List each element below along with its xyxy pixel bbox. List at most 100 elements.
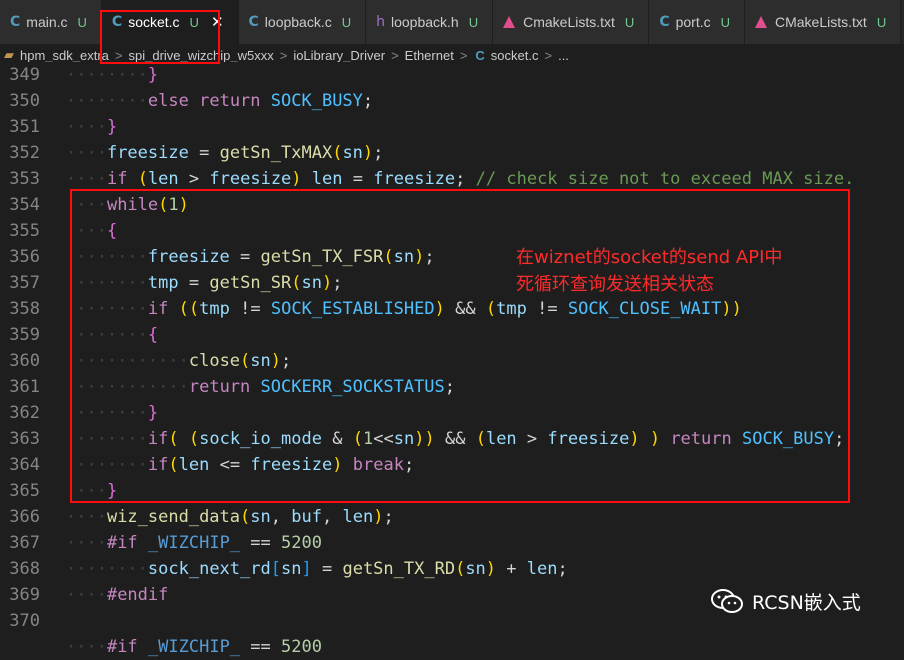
- breadcrumb-separator: >: [459, 47, 468, 63]
- line-number: 353: [9, 169, 40, 189]
- code-line[interactable]: 350 ········else return SOCK_BUSY;: [0, 88, 904, 114]
- breadcrumb-item[interactable]: spi_drive_wizchip_w5xxx: [126, 48, 275, 63]
- code-text: ········if(len <= freesize) break;: [66, 455, 415, 475]
- untracked-badge: U: [77, 14, 87, 30]
- line-number: 365: [9, 481, 40, 501]
- code-editor[interactable]: 349 ········} 350 ········else return SOCK_…: [0, 62, 904, 657]
- code-line[interactable]: 354 ····while(1): [0, 192, 904, 218]
- editor-tab-bar: C main.c U C socket.c U ✕ C loopback.c U…: [0, 0, 904, 45]
- untracked-badge: U: [720, 14, 730, 30]
- code-line[interactable]: 353 ····if (len > freesize) len = freesiz…: [0, 166, 904, 192]
- code-line[interactable]: 351 ····}: [0, 114, 904, 140]
- c-file-icon: C: [659, 14, 670, 30]
- tab-label: socket.c: [128, 14, 180, 30]
- untracked-badge: U: [468, 14, 479, 30]
- breadcrumb-separator: >: [114, 47, 123, 63]
- breadcrumb-item[interactable]: ...: [556, 48, 571, 63]
- watermark: RCSN嵌入式: [710, 588, 861, 614]
- code-text: ····while(1): [66, 195, 189, 215]
- tab-socket-c[interactable]: C socket.c U ✕: [101, 0, 239, 44]
- line-number: 349: [9, 65, 40, 85]
- code-text: ····{: [66, 221, 118, 241]
- c-file-icon: C: [10, 14, 21, 30]
- code-line[interactable]: 359 ········{: [0, 322, 904, 348]
- code-line[interactable]: 349 ········}: [0, 62, 904, 88]
- untracked-badge: U: [341, 14, 352, 30]
- untracked-badge: U: [624, 14, 635, 30]
- line-number: 359: [9, 325, 40, 345]
- line-number: 352: [9, 143, 40, 163]
- line-number: 362: [9, 403, 40, 423]
- code-text: ····}: [66, 481, 118, 501]
- breadcrumb-item[interactable]: socket.c: [489, 48, 541, 63]
- code-line[interactable]: 361 ············return SOCKERR_SOCKSTATUS…: [0, 374, 904, 400]
- code-line[interactable]: 365 ····}: [0, 478, 904, 504]
- tab-port-c[interactable]: C port.c U: [649, 0, 745, 44]
- c-file-icon: C: [248, 14, 259, 30]
- code-text: ····if (len > freesize) len = freesize; …: [66, 169, 855, 189]
- code-line[interactable]: 363 ········if( (sock_io_mode & (1<<sn)) …: [0, 426, 904, 452]
- code-line[interactable]: 360 ············close(sn);: [0, 348, 904, 374]
- tab-label: main.c: [26, 14, 68, 30]
- line-number: 364: [9, 455, 40, 475]
- line-number: 356: [9, 247, 40, 267]
- watermark-text: RCSN嵌入式: [752, 591, 861, 614]
- code-text: ············return SOCKERR_SOCKSTATUS;: [66, 377, 456, 397]
- cmake-icon: [503, 16, 516, 28]
- tab-main-c[interactable]: C main.c U: [0, 0, 102, 44]
- line-number: 354: [9, 195, 40, 215]
- code-text: ····#if _WIZCHIP_ == 5200: [66, 637, 322, 657]
- line-number: 366: [9, 507, 40, 527]
- code-text: ········{: [66, 325, 159, 345]
- breadcrumb-item[interactable]: hpm_sdk_extra: [18, 48, 111, 63]
- line-number: 358: [9, 299, 40, 319]
- code-text: ····wiz_send_data(sn, buf, len);: [66, 507, 394, 527]
- untracked-badge: U: [876, 14, 887, 30]
- code-text: ········}: [66, 403, 159, 423]
- code-text: ········sock_next_rd[sn] = getSn_TX_RD(s…: [66, 559, 568, 579]
- breadcrumb-separator: >: [544, 47, 553, 63]
- code-text: ····}: [66, 117, 118, 137]
- code-text: ····#if _WIZCHIP_ == 5200: [66, 533, 322, 553]
- line-number: 370: [9, 611, 40, 631]
- close-icon[interactable]: ✕: [211, 13, 224, 31]
- tab-label: loopback.c: [264, 14, 332, 30]
- tab-cmakelists-2[interactable]: CMakeLists.txt U: [745, 0, 902, 44]
- tab-label: CmakeLists.txt: [523, 14, 615, 30]
- code-text: ········tmp = getSn_SR(sn);: [66, 273, 343, 293]
- tab-label: CMakeLists.txt: [775, 14, 867, 30]
- code-line[interactable]: ····#if _WIZCHIP_ == 5200: [0, 634, 904, 660]
- line-number: 355: [9, 221, 40, 241]
- annotation-line: 死循环查询发送相关状态: [516, 274, 714, 295]
- code-line[interactable]: 366 ····wiz_send_data(sn, buf, len);: [0, 504, 904, 530]
- untracked-badge: U: [189, 14, 199, 30]
- code-text: ············close(sn);: [66, 351, 292, 371]
- code-line[interactable]: 362 ········}: [0, 400, 904, 426]
- wechat-icon: [711, 589, 743, 613]
- tab-loopback-c[interactable]: C loopback.c U: [238, 0, 367, 44]
- tab-label: port.c: [675, 14, 711, 30]
- c-file-icon: C: [475, 47, 485, 63]
- header-file-icon: h: [376, 14, 385, 30]
- breadcrumb-item[interactable]: ioLibrary_Driver: [291, 48, 387, 63]
- line-number: 363: [9, 429, 40, 449]
- c-file-icon: C: [111, 14, 123, 30]
- line-number: 368: [9, 559, 40, 579]
- code-line[interactable]: 364 ········if(len <= freesize) break;: [0, 452, 904, 478]
- tab-label: loopback.h: [391, 14, 459, 30]
- code-line[interactable]: 352 ····freesize = getSn_TxMAX(sn);: [0, 140, 904, 166]
- tab-loopback-h[interactable]: h loopback.h U: [366, 0, 494, 44]
- line-number: 369: [9, 585, 40, 605]
- breadcrumb-item[interactable]: Ethernet: [403, 48, 456, 63]
- code-line[interactable]: 368 ········sock_next_rd[sn] = getSn_TX_R…: [0, 556, 904, 582]
- annotation-line: 在wiznet的socket的send API中: [516, 247, 783, 268]
- code-line[interactable]: 355 ····{: [0, 218, 904, 244]
- code-line[interactable]: 358 ········if ((tmp != SOCK_ESTABLISHED)…: [0, 296, 904, 322]
- tab-cmakelists-1[interactable]: CmakeLists.txt U: [493, 0, 650, 44]
- breadcrumb-separator: >: [279, 47, 288, 63]
- code-text: ········if ((tmp != SOCK_ESTABLISHED) &&…: [66, 299, 742, 319]
- code-line[interactable]: 367 ····#if _WIZCHIP_ == 5200: [0, 530, 904, 556]
- line-number: 357: [9, 273, 40, 293]
- cmake-icon: [755, 16, 767, 28]
- code-text: ········}: [66, 65, 159, 85]
